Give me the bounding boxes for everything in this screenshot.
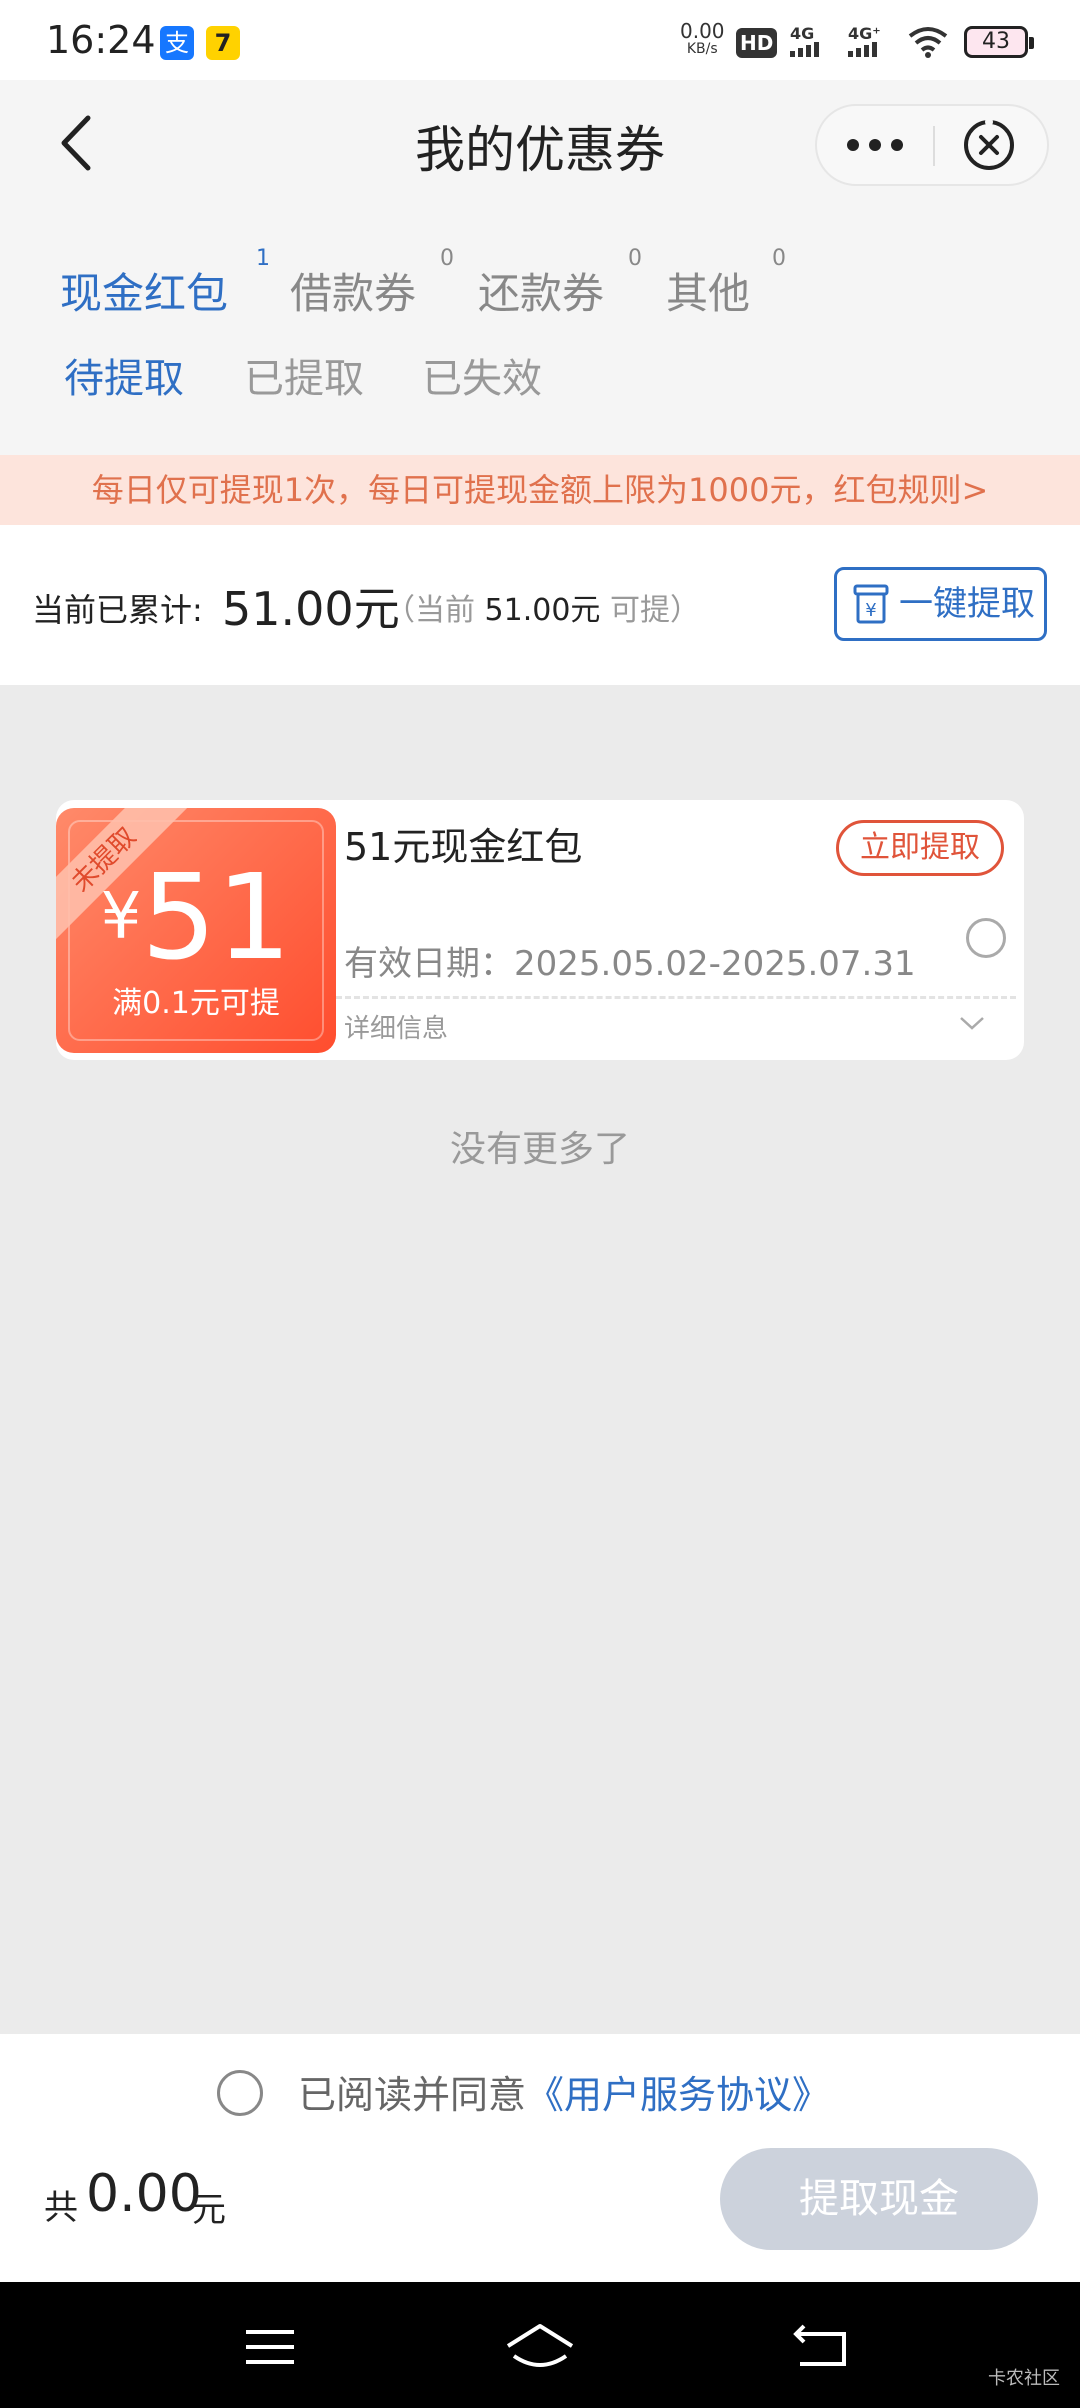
dashed-divider [336, 996, 1016, 999]
total-unit: 元 [192, 2190, 226, 2230]
coupon-name: 51元现金红包 [344, 825, 583, 869]
summary-amount: 51.00元 [222, 582, 400, 636]
tab-other[interactable]: 其他 0 [666, 246, 786, 321]
battery-icon: 43 [964, 26, 1034, 58]
coupon-card[interactable]: 未提取 ¥51 满0.1元可提 51元现金红包 立即提取 有效日期：2025.0… [56, 800, 1024, 1060]
agree-checkbox[interactable] [217, 2070, 263, 2116]
claim-now-button[interactable]: 立即提取 [836, 820, 1004, 876]
coupon-select-radio[interactable] [966, 918, 1006, 958]
list-end-text: 没有更多了 [449, 1129, 630, 1170]
hd-voice-icon: HD [736, 28, 778, 58]
user-agreement-link[interactable]: 《用户服务协议》 [526, 2073, 830, 2117]
total-amount: 0.00 [86, 2164, 202, 2224]
tab-loan-coupon[interactable]: 借款券 0 [290, 246, 454, 321]
tab-cash-red-packet[interactable]: 现金红包 1 [60, 246, 270, 321]
status-bar: 16:24 支 7 0.00 KB/s HD 4G 4G⁺ 43 [0, 0, 1080, 80]
home-icon[interactable] [490, 2312, 590, 2382]
subtab-withdrawn[interactable]: 已提取 [244, 346, 364, 404]
rules-notice[interactable]: 每日仅可提现1次，每日可提现金额上限为1000元，红包规则> [0, 455, 1080, 525]
coupon-condition: 满0.1元可提 [112, 986, 280, 1021]
close-icon[interactable] [935, 106, 1047, 184]
withdraw-all-button[interactable]: ¥ 一键提取 [834, 567, 1047, 641]
chevron-down-icon[interactable] [958, 1014, 986, 1032]
total-prefix: 共 [44, 2188, 78, 2228]
coupon-tabs: 现金红包 1 借款券 0 还款券 0 其他 0 待提取 已提取 已失效 [0, 210, 1080, 455]
agreement-text: 已阅读并同意《用户服务协议》 [298, 2073, 831, 2117]
checkout-footer: 共 0.00 元 提取现金 [0, 2144, 1080, 2282]
watermark: 卡农社区 [988, 2368, 1060, 2389]
summary-label: 当前已累计: [32, 591, 203, 629]
agreement-bar: 已阅读并同意《用户服务协议》 [0, 2034, 1080, 2144]
wifi-icon [908, 27, 948, 58]
status-time: 16:24 [46, 18, 156, 62]
balance-summary: 当前已累计: 51.00元 （当前 51.00元 可提） ¥ 一键提取 [0, 525, 1080, 685]
withdraw-cash-button[interactable]: 提取现金 [720, 2148, 1038, 2250]
more-icon[interactable] [817, 106, 933, 184]
tab-repayment-coupon[interactable]: 还款券 0 [478, 246, 642, 321]
menu-icon[interactable] [220, 2312, 320, 2382]
coupon-amount: ¥51 [100, 848, 292, 986]
coupon-validity: 有效日期：2025.05.02-2025.07.31 [344, 944, 916, 984]
subtab-expired[interactable]: 已失效 [422, 346, 542, 404]
notification-app-icon: 7 [206, 26, 240, 60]
subtab-pending[interactable]: 待提取 [64, 346, 184, 404]
mini-program-capsule [815, 104, 1049, 186]
cash-box-icon: ¥ [853, 584, 889, 624]
system-nav-bar: 卡农社区 [0, 2282, 1080, 2408]
alipay-app-icon: 支 [160, 26, 194, 60]
svg-text:¥: ¥ [865, 600, 876, 621]
net-speed: 0.00 KB/s [680, 19, 725, 57]
coupon-value-panel: 未提取 ¥51 满0.1元可提 [56, 808, 336, 1053]
back-icon[interactable] [770, 2312, 870, 2382]
details-toggle[interactable]: 详细信息 [344, 1008, 448, 1045]
nav-header: 我的优惠券 [0, 80, 1080, 210]
summary-available: （当前 51.00元 可提） [385, 593, 700, 628]
